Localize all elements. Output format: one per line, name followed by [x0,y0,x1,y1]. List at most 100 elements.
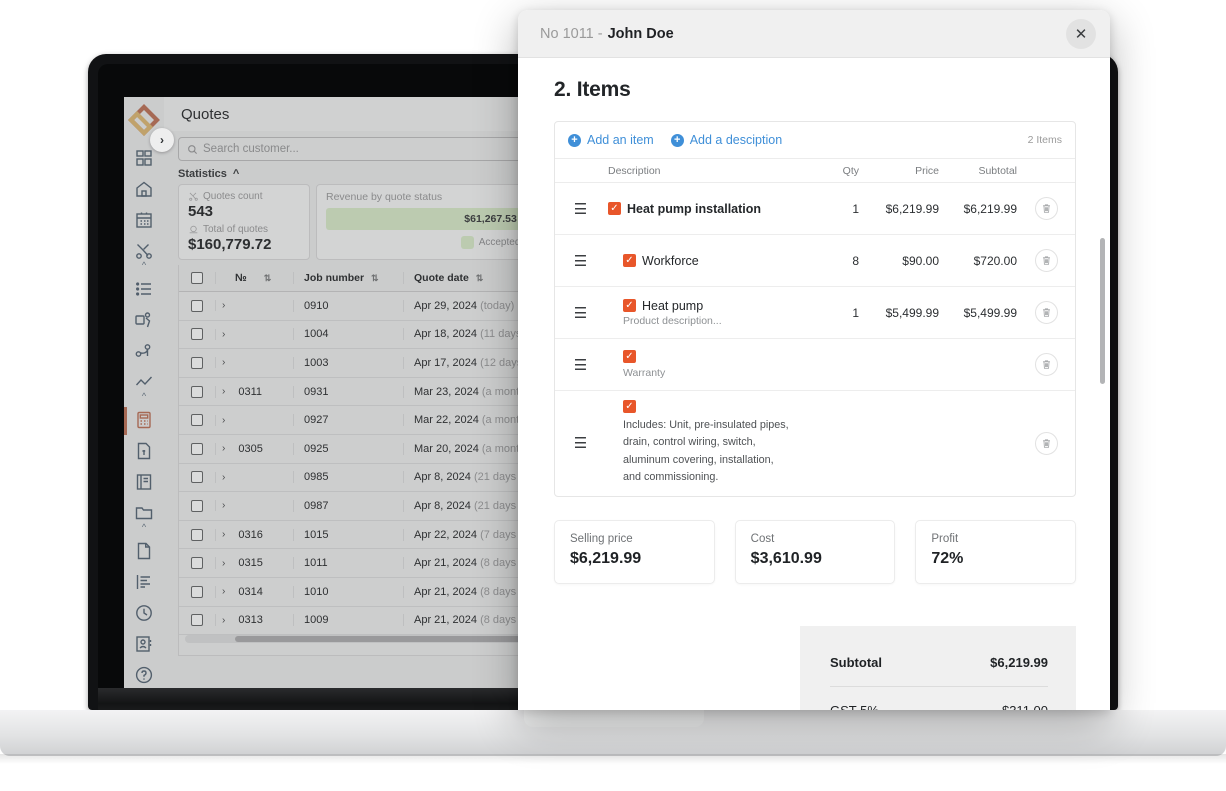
item-price: $90.00 [859,254,939,268]
expand-chevron-icon[interactable]: › [222,386,225,397]
expand-chevron-icon[interactable]: › [222,558,225,569]
expand-chevron-icon[interactable]: › [222,357,225,368]
item-checkbox[interactable]: ✓ [623,350,636,363]
item-actions [1017,353,1075,376]
cell-job-number: 1009 [293,614,403,626]
item-row[interactable]: ☰✓Includes: Unit, pre-insulated pipes, d… [555,391,1075,496]
delete-icon[interactable] [1035,197,1058,220]
sidebar-item-route[interactable] [132,341,156,361]
stat-card-quotes: Quotes count 543 Total of quotes $160,77… [178,184,310,260]
delete-icon[interactable] [1035,353,1058,376]
item-checkbox[interactable]: ✓ [623,299,636,312]
row-checkbox[interactable] [179,614,215,626]
sidebar-item-home[interactable] [132,179,156,199]
sidebar-item-contacts[interactable] [132,634,156,654]
drag-handle-icon[interactable]: ☰ [555,304,606,322]
row-checkbox[interactable] [179,386,215,398]
no-value: 0305 [238,443,262,455]
sidebar-item-tools[interactable] [132,241,156,261]
add-item-button[interactable]: + Add an item [568,133,654,147]
expand-chevron-icon[interactable]: › [222,300,225,311]
close-icon[interactable]: ✕ [1066,19,1096,49]
item-price: $6,219.99 [859,202,939,216]
quote-items-modal: No 1011 - John Doe ✕ 2. Items + Add an i… [518,10,1110,710]
column-job-number[interactable]: Job number ⇅ [293,272,403,284]
expand-chevron-icon[interactable]: › [222,472,225,483]
sidebar-item-calendar[interactable] [132,210,156,230]
drag-handle-icon[interactable]: ☰ [555,356,606,374]
delete-icon[interactable] [1035,432,1058,455]
column-no[interactable]: № ⇅ [215,272,293,284]
sidebar-item-report[interactable] [132,572,156,592]
row-checkbox[interactable] [179,557,215,569]
sidebar-chart-caret-icon[interactable]: ^ [142,393,146,399]
sidebar-item-folder[interactable] [132,503,156,523]
add-description-button[interactable]: + Add a desciption [671,133,782,147]
row-checkbox[interactable] [179,471,215,483]
row-checkbox[interactable] [179,443,215,455]
sidebar-item-book[interactable] [132,472,156,492]
sidebar-item-team[interactable] [132,310,156,330]
plus-icon: + [671,134,684,147]
sidebar-item-document[interactable] [132,541,156,561]
item-checkbox[interactable]: ✓ [623,254,636,267]
item-checkbox[interactable]: ✓ [623,400,636,413]
cell-no: ›0315 [215,557,293,569]
sidebar-item-apps[interactable] [132,148,156,168]
drag-handle-icon[interactable]: ☰ [555,434,606,452]
sidebar-tools-caret-icon[interactable]: ^ [142,262,146,268]
section-title: 2. Items [554,78,1076,102]
sidebar-item-list[interactable] [132,279,156,299]
row-checkbox[interactable] [179,328,215,340]
expand-chevron-icon[interactable]: › [222,329,225,340]
expand-chevron-icon[interactable]: › [222,615,225,626]
row-checkbox[interactable] [179,586,215,598]
expand-chevron-icon[interactable]: › [222,529,225,540]
item-row[interactable]: ☰✓Warranty [555,339,1075,391]
item-subtotal: $5,499.99 [939,306,1017,320]
total-label-row: Total of quotes [188,224,300,235]
screenshot-stage: ^ [0,0,1226,791]
cell-job-number: 1010 [293,586,403,598]
item-checkbox[interactable]: ✓ [608,202,621,215]
cell-job-number: 0985 [293,471,403,483]
sidebar-item-invoice[interactable] [132,441,156,461]
row-checkbox[interactable] [179,357,215,369]
app-sidebar: ^ [124,97,164,696]
item-description-cell: ✓Workforce [606,245,797,277]
item-qty: 1 [797,202,859,216]
expand-chevron-icon[interactable]: › [222,586,225,597]
delete-icon[interactable] [1035,301,1058,324]
quotes-count-label-row: Quotes count [188,191,300,202]
sort-icon[interactable]: ⇅ [264,273,272,284]
item-row[interactable]: ☰✓Heat pump installation1$6,219.99$6,219… [555,183,1075,235]
modal-vertical-scrollbar[interactable] [1100,238,1105,384]
no-value: 0311 [238,386,262,398]
select-all-checkbox[interactable] [179,272,215,284]
sidebar-item-quotes[interactable] [132,410,156,430]
row-checkbox[interactable] [179,414,215,426]
sidebar-item-help[interactable] [132,665,156,685]
expand-chevron-icon[interactable]: › [222,443,225,454]
total-value: $160,779.72 [188,236,300,253]
item-subtotal: $720.00 [939,254,1017,268]
sort-icon[interactable]: ⇅ [371,273,379,283]
tools-icon [188,191,199,202]
item-row[interactable]: ☰✓Heat pumpProduct description...1$5,499… [555,287,1075,339]
expand-chevron-icon[interactable]: › [222,500,225,511]
row-checkbox[interactable] [179,529,215,541]
row-checkbox[interactable] [179,500,215,512]
totals-value: $6,219.99 [990,655,1048,670]
expand-chevron-icon[interactable]: › [222,415,225,426]
sort-icon[interactable]: ⇅ [476,273,484,283]
sidebar-toggle-button[interactable]: › [150,128,174,152]
collapse-caret-icon[interactable]: ^ [233,168,239,180]
row-checkbox[interactable] [179,300,215,312]
item-row[interactable]: ☰✓Workforce8$90.00$720.00 [555,235,1075,287]
drag-handle-icon[interactable]: ☰ [555,200,606,218]
sidebar-item-clock[interactable] [132,603,156,623]
sidebar-item-chart[interactable] [132,372,156,392]
drag-handle-icon[interactable]: ☰ [555,252,606,270]
delete-icon[interactable] [1035,249,1058,272]
sidebar-folder-caret-icon[interactable]: ^ [142,524,146,530]
